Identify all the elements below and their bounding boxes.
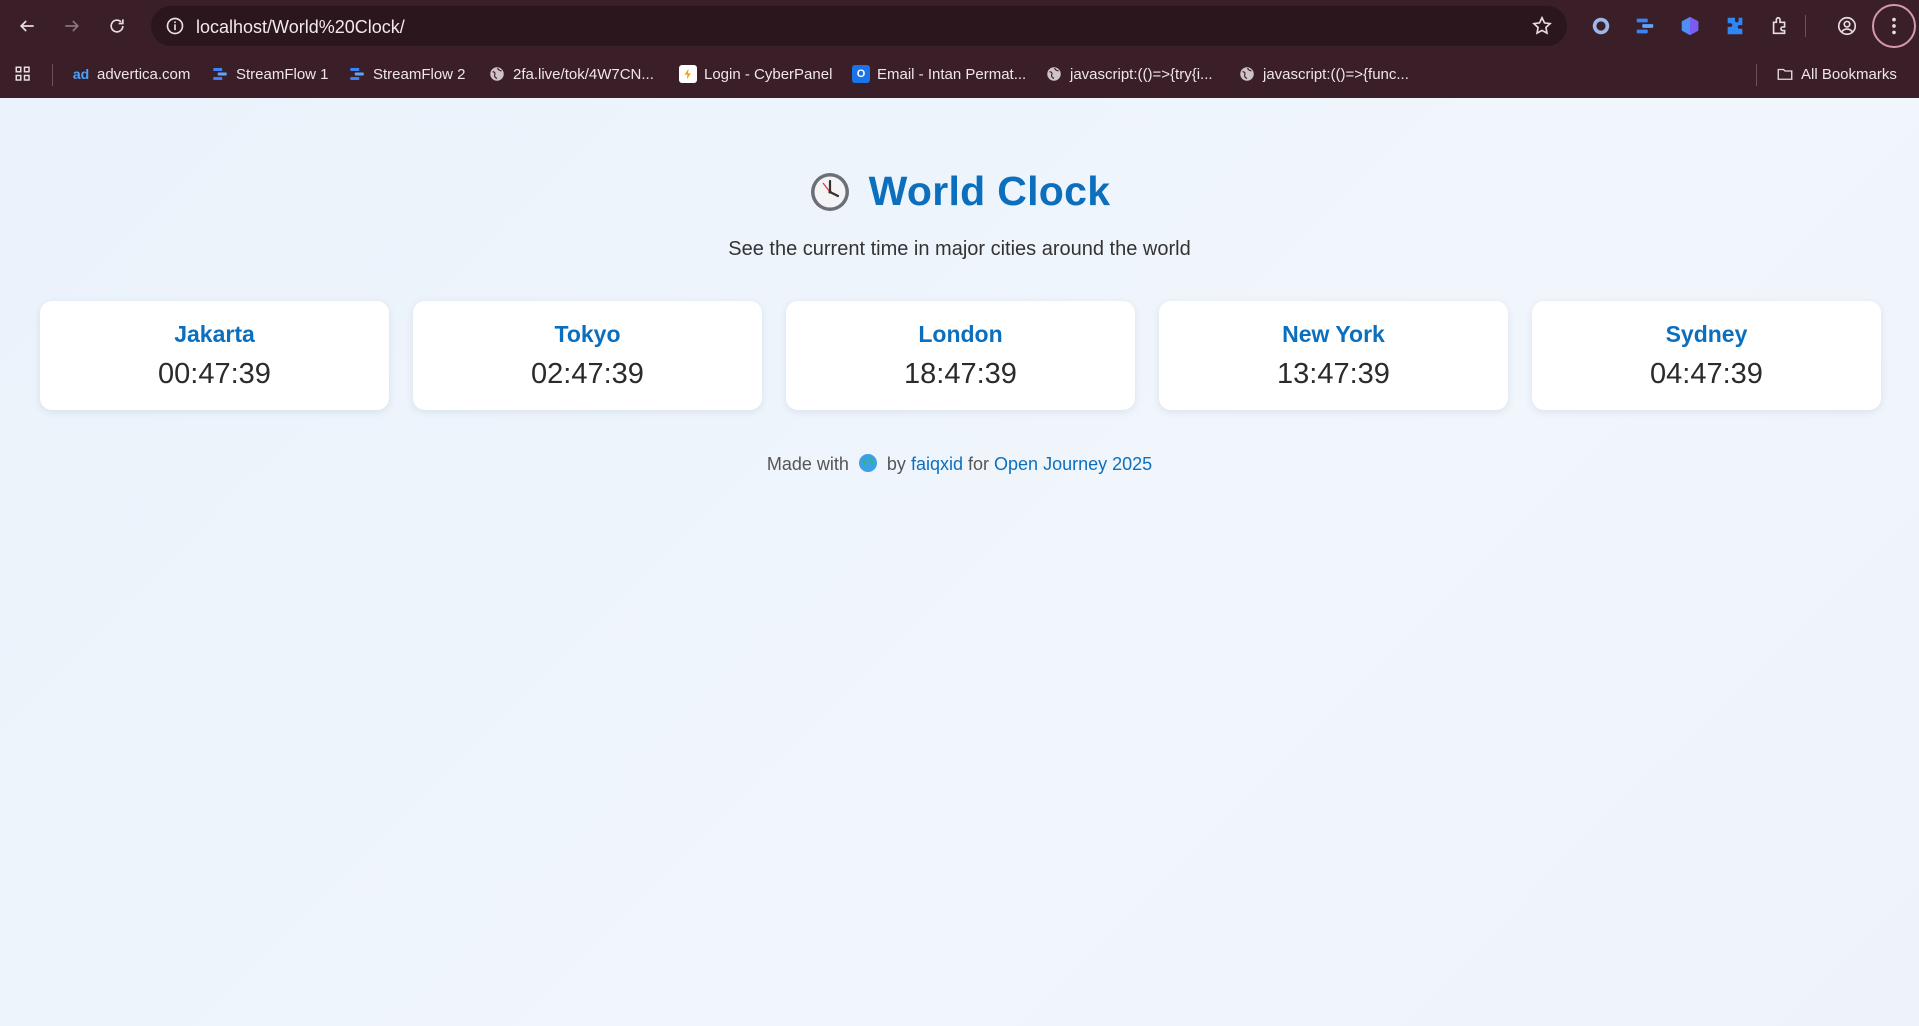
city-name: London: [918, 321, 1003, 347]
footer-by: by: [886, 454, 906, 474]
reload-button[interactable]: [102, 11, 132, 41]
bookmark-star-icon[interactable]: [1531, 15, 1553, 37]
city-name: Jakarta: [174, 321, 255, 347]
outlook-icon: O: [852, 65, 870, 83]
url-text[interactable]: localhost/World%20Clock/: [196, 17, 405, 38]
streamflow-extension-icon[interactable]: [1632, 13, 1658, 39]
footer-for: for: [968, 454, 990, 474]
clock-card-jakarta: Jakarta 00:47:39: [40, 301, 389, 410]
bookmark-label: javascript:(()=>{func...: [1263, 65, 1409, 83]
extensions-menu-icon[interactable]: [1767, 13, 1793, 39]
bookmarks-divider: [52, 64, 53, 86]
clock-icon: [810, 172, 849, 211]
browser-toolbar: localhost/World%20Clock/: [0, 0, 1919, 51]
clock-cards: Jakarta 00:47:39 Tokyo 02:47:39 London 1…: [40, 301, 1881, 410]
city-time: 18:47:39: [904, 358, 1017, 390]
arrow-right-icon: [65, 20, 80, 32]
clock-card-sydney: Sydney 04:47:39: [1532, 301, 1881, 410]
bookmark-label: Email - Intan Permat...: [877, 65, 1027, 83]
forward-button[interactable]: [57, 11, 87, 41]
extension-circle-icon[interactable]: [1588, 13, 1614, 39]
page-footer: Made with by faiqxid for Open Journey 20…: [0, 453, 1919, 475]
folder-icon: [1777, 68, 1793, 80]
bookmark-item[interactable]: StreamFlow 1: [211, 63, 329, 85]
streamflow-icon: [350, 68, 364, 80]
all-bookmarks-label: All Bookmarks: [1801, 65, 1897, 83]
author-link[interactable]: faiqxid: [911, 454, 963, 474]
city-time: 04:47:39: [1650, 358, 1763, 390]
city-name: Tokyo: [554, 321, 621, 347]
city-time: 00:47:39: [158, 358, 271, 390]
clock-card-tokyo: Tokyo 02:47:39: [413, 301, 762, 410]
toolbar-divider: [1805, 15, 1806, 37]
bookmark-label: StreamFlow 1: [236, 65, 329, 83]
city-name: New York: [1282, 321, 1385, 347]
clock-card-new-york: New York 13:47:39: [1159, 301, 1508, 410]
streamflow-icon: [213, 68, 227, 80]
apps-grid-icon: [15, 66, 30, 81]
bookmarks-divider: [1756, 64, 1757, 86]
browser-menu-button[interactable]: [1872, 4, 1916, 48]
site-info-icon[interactable]: [161, 12, 189, 40]
bookmark-label: StreamFlow 2: [373, 65, 466, 83]
globe-icon: [1240, 67, 1254, 81]
bookmark-item[interactable]: ad advertica.com: [72, 63, 191, 85]
bookmark-item[interactable]: javascript:(()=>{try{i...: [1045, 63, 1213, 85]
address-bar[interactable]: localhost/World%20Clock/: [151, 6, 1567, 46]
city-name: Sydney: [1665, 321, 1748, 347]
apps-button[interactable]: [14, 63, 32, 85]
bookmark-label: 2fa.live/tok/4W7CN...: [513, 65, 654, 83]
bookmark-item[interactable]: StreamFlow 2: [348, 63, 466, 85]
bookmark-item[interactable]: javascript:(()=>{func...: [1238, 63, 1409, 85]
bookmark-item[interactable]: O Email - Intan Permat...: [852, 63, 1026, 85]
bookmarks-bar: ad advertica.com StreamFlow 1 StreamFlow…: [0, 51, 1919, 98]
globe-icon: [858, 454, 877, 472]
globe-icon: [490, 67, 504, 81]
bookmark-label: Login - CyberPanel: [704, 65, 833, 83]
city-time: 02:47:39: [531, 358, 644, 390]
bookmark-item[interactable]: 2fa.live/tok/4W7CN...: [488, 63, 654, 85]
browser-chrome: localhost/World%20Clock/ ad advertica.co…: [0, 0, 1919, 98]
reload-icon: [110, 19, 124, 33]
footer-made-with: Made with: [766, 454, 849, 474]
globe-icon: [1047, 67, 1061, 81]
page-title: World Clock: [868, 168, 1111, 214]
page-subtitle: See the current time in major cities aro…: [728, 238, 1191, 260]
cube-extension-icon[interactable]: [1677, 13, 1703, 39]
back-button[interactable]: [12, 11, 42, 41]
puzzle-extension-icon[interactable]: [1722, 13, 1748, 39]
clock-card-london: London 18:47:39: [786, 301, 1135, 410]
city-time: 13:47:39: [1277, 358, 1390, 390]
page-content: World Clock See the current time in majo…: [0, 98, 1919, 1026]
bookmark-label: javascript:(()=>{try{i...: [1070, 65, 1213, 83]
kebab-menu-icon: [1892, 17, 1896, 35]
cyberpanel-icon: [679, 65, 697, 83]
arrow-left-icon: [19, 20, 34, 32]
bookmark-label: advertica.com: [97, 65, 191, 83]
page-header: World Clock: [0, 168, 1919, 218]
all-bookmarks-button[interactable]: All Bookmarks: [1776, 63, 1897, 85]
ad-icon: ad: [72, 66, 90, 82]
event-link[interactable]: Open Journey 2025: [994, 454, 1152, 474]
profile-icon[interactable]: [1834, 13, 1860, 39]
bookmark-item[interactable]: Login - CyberPanel: [679, 63, 832, 85]
